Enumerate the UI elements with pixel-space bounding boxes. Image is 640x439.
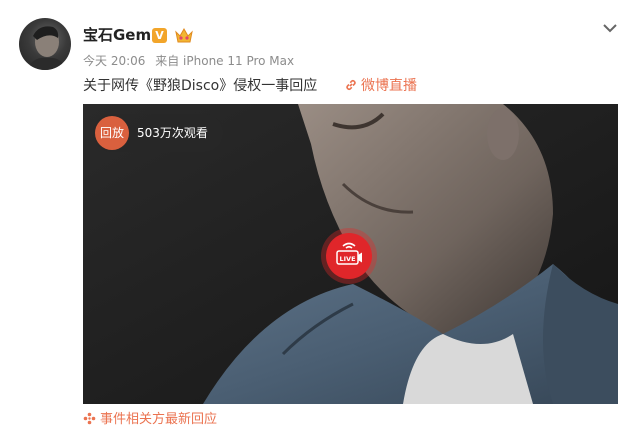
live-label: LIVE (339, 255, 355, 263)
fan-crown-icon (174, 26, 194, 44)
live-link-label: 微博直播 (361, 78, 417, 94)
link-icon (344, 78, 358, 97)
verified-v-icon: V (152, 28, 167, 43)
replay-badge: 回放 503万次观看 (93, 114, 223, 152)
avatar-image (27, 26, 67, 70)
weibo-live-link[interactable]: 微博直播 (344, 77, 417, 97)
related-news-label: 事件相关方最新回应 (100, 412, 218, 427)
chevron-down-icon[interactable] (601, 20, 619, 34)
username[interactable]: 宝石Gem (83, 25, 151, 45)
event-sparkle-icon (83, 412, 96, 430)
post-text: 关于网传《野狼Disco》侵权一事回应 (83, 78, 318, 94)
weibo-post-card: 宝石Gem V 今天 20:06 来自 iPhone 11 Pro Max 关于… (0, 0, 640, 439)
live-play-button[interactable]: LIVE (321, 228, 377, 284)
live-camera-icon: LIVE (336, 242, 362, 265)
post-meta: 今天 20:06 来自 iPhone 11 Pro Max (83, 53, 300, 69)
post-source[interactable]: 来自 iPhone 11 Pro Max (155, 54, 294, 68)
post-time: 今天 20:06 (83, 54, 146, 68)
video-player[interactable]: 回放 503万次观看 LIVE (83, 104, 618, 404)
avatar[interactable] (19, 18, 71, 70)
view-count: 503万次观看 (137, 126, 208, 140)
related-news-link[interactable]: 事件相关方最新回应 (83, 412, 217, 430)
replay-label: 回放 (95, 116, 129, 150)
